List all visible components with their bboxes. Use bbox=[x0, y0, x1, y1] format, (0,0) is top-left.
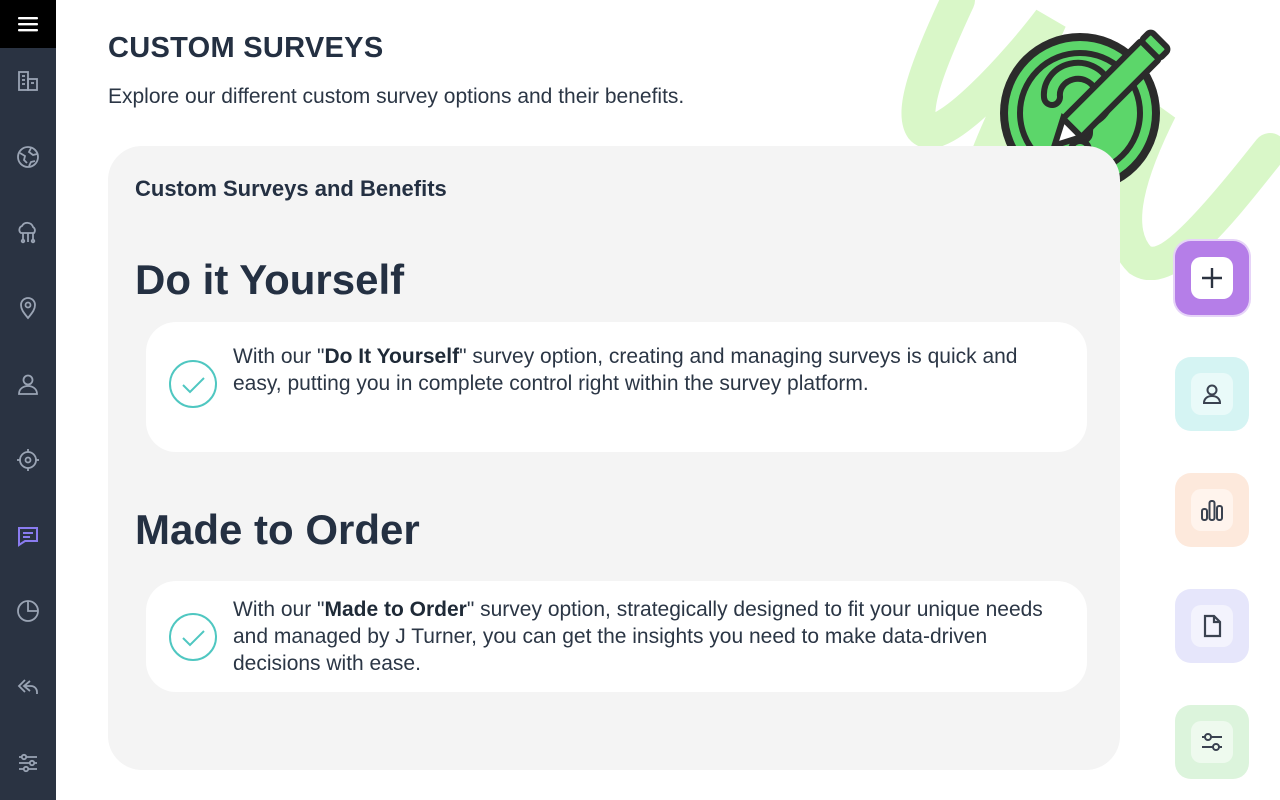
card-title: Custom Surveys and Benefits bbox=[135, 176, 447, 201]
sidebar-item-locations[interactable] bbox=[0, 286, 56, 330]
sidebar-item-messages[interactable] bbox=[0, 514, 56, 558]
globe-icon bbox=[17, 146, 39, 168]
message-icon bbox=[18, 527, 38, 547]
pie-chart-icon bbox=[17, 600, 39, 622]
sidebar-item-reports[interactable] bbox=[0, 589, 56, 633]
sliders-icon bbox=[1202, 733, 1222, 751]
benefit-text-made-to-order: With our "Made to Order" survey option, … bbox=[233, 598, 1043, 675]
chart-button[interactable] bbox=[1175, 473, 1249, 547]
location-pin-icon bbox=[20, 297, 36, 320]
sidebar-item-globe[interactable] bbox=[0, 135, 56, 179]
sidebar-item-targets[interactable] bbox=[0, 438, 56, 482]
sliders-icon bbox=[19, 753, 37, 773]
user-icon bbox=[18, 374, 38, 395]
user-button[interactable] bbox=[1175, 357, 1249, 431]
sidebar-item-properties[interactable] bbox=[0, 59, 56, 103]
page-subtitle: Explore our different custom survey opti… bbox=[108, 85, 685, 108]
target-icon bbox=[17, 449, 39, 471]
reply-icon bbox=[17, 679, 38, 694]
sidebar bbox=[0, 0, 56, 800]
add-button[interactable] bbox=[1175, 241, 1249, 315]
sidebar-item-settings[interactable] bbox=[0, 741, 56, 785]
check-circle-icon bbox=[169, 613, 217, 661]
sidebar-item-replies[interactable] bbox=[0, 665, 56, 709]
page-title: CUSTOM SURVEYS bbox=[108, 32, 384, 64]
document-button[interactable] bbox=[1175, 589, 1249, 663]
sidebar-item-network[interactable] bbox=[0, 211, 56, 255]
user-icon bbox=[1202, 384, 1222, 404]
plus-icon bbox=[1202, 268, 1222, 288]
section-heading-diy: Do it Yourself bbox=[135, 256, 405, 303]
menu-toggle-button[interactable] bbox=[0, 0, 56, 48]
sidebar-item-users[interactable] bbox=[0, 362, 56, 406]
benefit-text-diy: With our "Do It Yourself" survey option,… bbox=[233, 345, 1018, 395]
document-icon bbox=[1203, 614, 1222, 638]
benefit-card-diy: With our "Do It Yourself" survey option,… bbox=[146, 322, 1087, 452]
bar-chart-icon bbox=[1201, 500, 1223, 521]
benefit-card-made-to-order: With our "Made to Order" survey option, … bbox=[146, 581, 1087, 692]
hamburger-icon bbox=[18, 17, 38, 32]
building-icon bbox=[18, 71, 38, 91]
settings-button[interactable] bbox=[1175, 705, 1249, 779]
custom-surveys-card: Custom Surveys and Benefits Do it Yourse… bbox=[108, 146, 1120, 770]
check-circle-icon bbox=[169, 360, 217, 408]
cloud-network-icon bbox=[18, 221, 36, 244]
section-heading-made-to-order: Made to Order bbox=[135, 506, 420, 553]
